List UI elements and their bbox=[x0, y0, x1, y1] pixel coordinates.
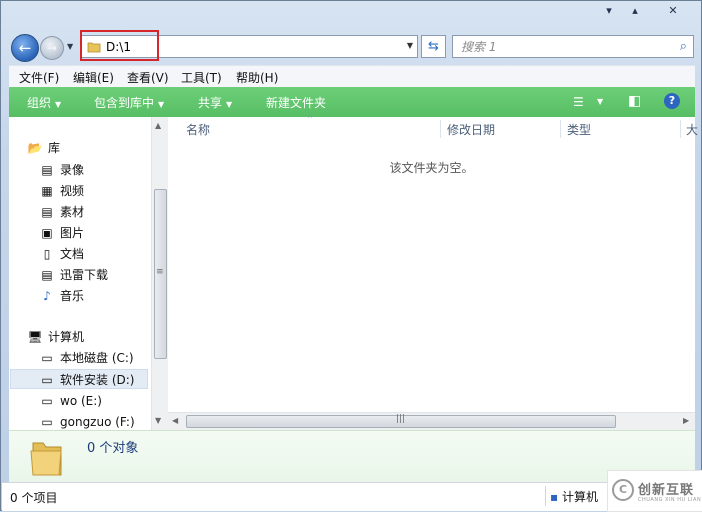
sidebar-item-drive-e[interactable]: ▭ wo (E:) bbox=[39, 391, 102, 411]
chevron-down-icon: ▼ bbox=[158, 100, 165, 109]
search-icon[interactable]: ⌕ bbox=[680, 39, 687, 54]
document-library-icon: ▤ bbox=[41, 205, 53, 219]
sidebar-item-videos[interactable]: ▦ 视频 bbox=[39, 181, 84, 201]
help-icon[interactable]: ? bbox=[664, 93, 680, 109]
watermark-subtitle: CHUANG XIN HU LIAN bbox=[638, 497, 702, 503]
file-list: ^ 名称 修改日期 类型 大 该文件夹为空。 bbox=[168, 115, 698, 430]
minimize-button[interactable]: ▾ bbox=[597, 3, 621, 19]
computer-icon: ▪ bbox=[550, 490, 562, 504]
file-list-scrollbar[interactable]: ◀ ||| ▶ bbox=[168, 412, 695, 430]
navigation-pane: 📂库 ▤录像 ▦视频 ▤素材 ▣图片 ▯文档 ▤迅雷下载 ♪音乐 bbox=[9, 117, 150, 430]
scroll-grip-icon: ||| bbox=[396, 414, 406, 424]
refresh-button[interactable]: ⇆ bbox=[421, 35, 446, 58]
item-count: 0 个项目 bbox=[10, 491, 58, 505]
sidebar-item-materials[interactable]: ▤ 素材 bbox=[39, 202, 84, 222]
column-header-size[interactable]: 大 bbox=[686, 121, 698, 138]
picture-icon: ▣ bbox=[41, 226, 53, 240]
organize-button[interactable]: 组织 ▼ bbox=[27, 94, 61, 111]
column-divider[interactable] bbox=[560, 120, 561, 138]
brand-logo-icon: C bbox=[612, 479, 634, 501]
video-library-icon: ▤ bbox=[41, 163, 53, 177]
menu-help[interactable]: 帮助(H) bbox=[236, 69, 278, 86]
music-note-icon: ♪ bbox=[43, 289, 51, 303]
sidebar-item-music[interactable]: ♪ 音乐 bbox=[39, 286, 84, 306]
details-pane: 0 个对象 bbox=[9, 430, 695, 483]
search-box[interactable]: ⌕ bbox=[452, 35, 694, 58]
preview-pane-icon[interactable]: ◧ bbox=[628, 93, 641, 109]
change-view-icon[interactable]: ☰ bbox=[573, 95, 584, 109]
recent-pages-dropdown[interactable]: ▼ bbox=[67, 42, 73, 51]
empty-folder-message: 该文件夹为空。 bbox=[389, 161, 474, 175]
chevron-down-icon: ▼ bbox=[55, 100, 62, 109]
address-highlight-box bbox=[80, 30, 159, 61]
sidebar-item-drive-d[interactable]: ▭ 软件安装 (D:) bbox=[10, 369, 148, 389]
view-options-dropdown[interactable]: ▼ bbox=[597, 97, 603, 106]
scroll-right-icon[interactable]: ▶ bbox=[683, 416, 689, 425]
sidebar-item-documents[interactable]: ▯ 文档 bbox=[39, 244, 84, 264]
windows-drive-icon: ▭ bbox=[41, 351, 53, 365]
menu-bar: 文件(F) 编辑(E) 查看(V) 工具(T) 帮助(H) bbox=[9, 65, 695, 87]
address-dropdown-icon[interactable]: ▼ bbox=[407, 41, 413, 50]
column-header-name[interactable]: 名称 bbox=[186, 121, 210, 138]
command-toolbar: 组织 ▼ 包含到库中 ▼ 共享 ▼ 新建文件夹 ☰ ▼ ◧ ? bbox=[9, 87, 695, 117]
explorer-window: ▾ ▴ ✕ ← → ▼ D:\1 ▼ ⇆ ⌕ 文件(F) 编辑(E) 查看(V)… bbox=[0, 0, 702, 512]
chevron-down-icon: ▼ bbox=[226, 100, 233, 109]
menu-file[interactable]: 文件(F) bbox=[19, 69, 59, 86]
drive-icon: ▭ bbox=[41, 415, 53, 429]
status-location: ▪ 计算机 bbox=[550, 490, 598, 504]
share-button[interactable]: 共享 ▼ bbox=[198, 94, 232, 111]
scroll-up-icon[interactable]: ▲ bbox=[155, 121, 161, 130]
sidebar-item-thunder-downloads[interactable]: ▤ 迅雷下载 bbox=[39, 265, 108, 285]
sidebar-item-drive-f[interactable]: ▭ gongzuo (F:) bbox=[39, 412, 134, 430]
scroll-left-icon[interactable]: ◀ bbox=[172, 416, 178, 425]
libraries-icon: 📂 bbox=[27, 141, 43, 155]
scroll-grip-icon: ≡ bbox=[156, 267, 164, 277]
close-button[interactable]: ✕ bbox=[661, 3, 685, 19]
menu-view[interactable]: 查看(V) bbox=[127, 69, 169, 86]
maximize-button[interactable]: ▴ bbox=[623, 3, 647, 19]
include-in-library-button[interactable]: 包含到库中 ▼ bbox=[94, 94, 164, 111]
film-icon: ▦ bbox=[41, 184, 53, 198]
object-count: 0 个对象 bbox=[87, 441, 139, 456]
sidebar-item-pictures[interactable]: ▣ 图片 bbox=[39, 223, 84, 243]
folder-icon bbox=[30, 442, 62, 476]
menu-edit[interactable]: 编辑(E) bbox=[73, 69, 114, 86]
status-divider bbox=[545, 486, 546, 506]
forward-button[interactable]: → bbox=[40, 36, 64, 60]
scroll-down-icon[interactable]: ▼ bbox=[155, 416, 161, 425]
new-folder-button[interactable]: 新建文件夹 bbox=[266, 94, 326, 111]
download-library-icon: ▤ bbox=[41, 268, 53, 282]
search-input[interactable] bbox=[459, 39, 663, 55]
sidebar-item-computer[interactable]: 🖥 计算机 bbox=[27, 327, 84, 347]
computer-icon: 🖥 bbox=[27, 330, 43, 344]
navigation-scrollbar[interactable]: ▲ ≡ ▼ bbox=[151, 117, 168, 430]
column-header-type[interactable]: 类型 bbox=[567, 121, 591, 138]
drive-icon: ▭ bbox=[41, 373, 53, 387]
sort-indicator-icon: ^ bbox=[307, 115, 313, 123]
column-header-modified[interactable]: 修改日期 bbox=[447, 121, 495, 138]
watermark-brand: 创新互联 bbox=[638, 483, 695, 498]
back-button[interactable]: ← bbox=[11, 34, 39, 62]
main-area: 📂库 ▤录像 ▦视频 ▤素材 ▣图片 ▯文档 ▤迅雷下载 ♪音乐 bbox=[9, 115, 698, 430]
status-bar: 0 个项目 ▪ 计算机 bbox=[2, 482, 702, 511]
column-divider[interactable] bbox=[440, 120, 441, 138]
menu-tools[interactable]: 工具(T) bbox=[181, 69, 222, 86]
drive-icon: ▭ bbox=[41, 394, 53, 408]
watermark-logo: C 创新互联 CHUANG XIN HU LIAN bbox=[607, 470, 702, 512]
document-icon: ▯ bbox=[43, 247, 51, 261]
column-divider[interactable] bbox=[680, 120, 681, 138]
sidebar-item-drive-c[interactable]: ▭ 本地磁盘 (C:) bbox=[39, 348, 133, 368]
sidebar-item-recordings[interactable]: ▤ 录像 bbox=[39, 160, 84, 180]
sidebar-item-libraries[interactable]: 📂 库 bbox=[27, 138, 61, 158]
